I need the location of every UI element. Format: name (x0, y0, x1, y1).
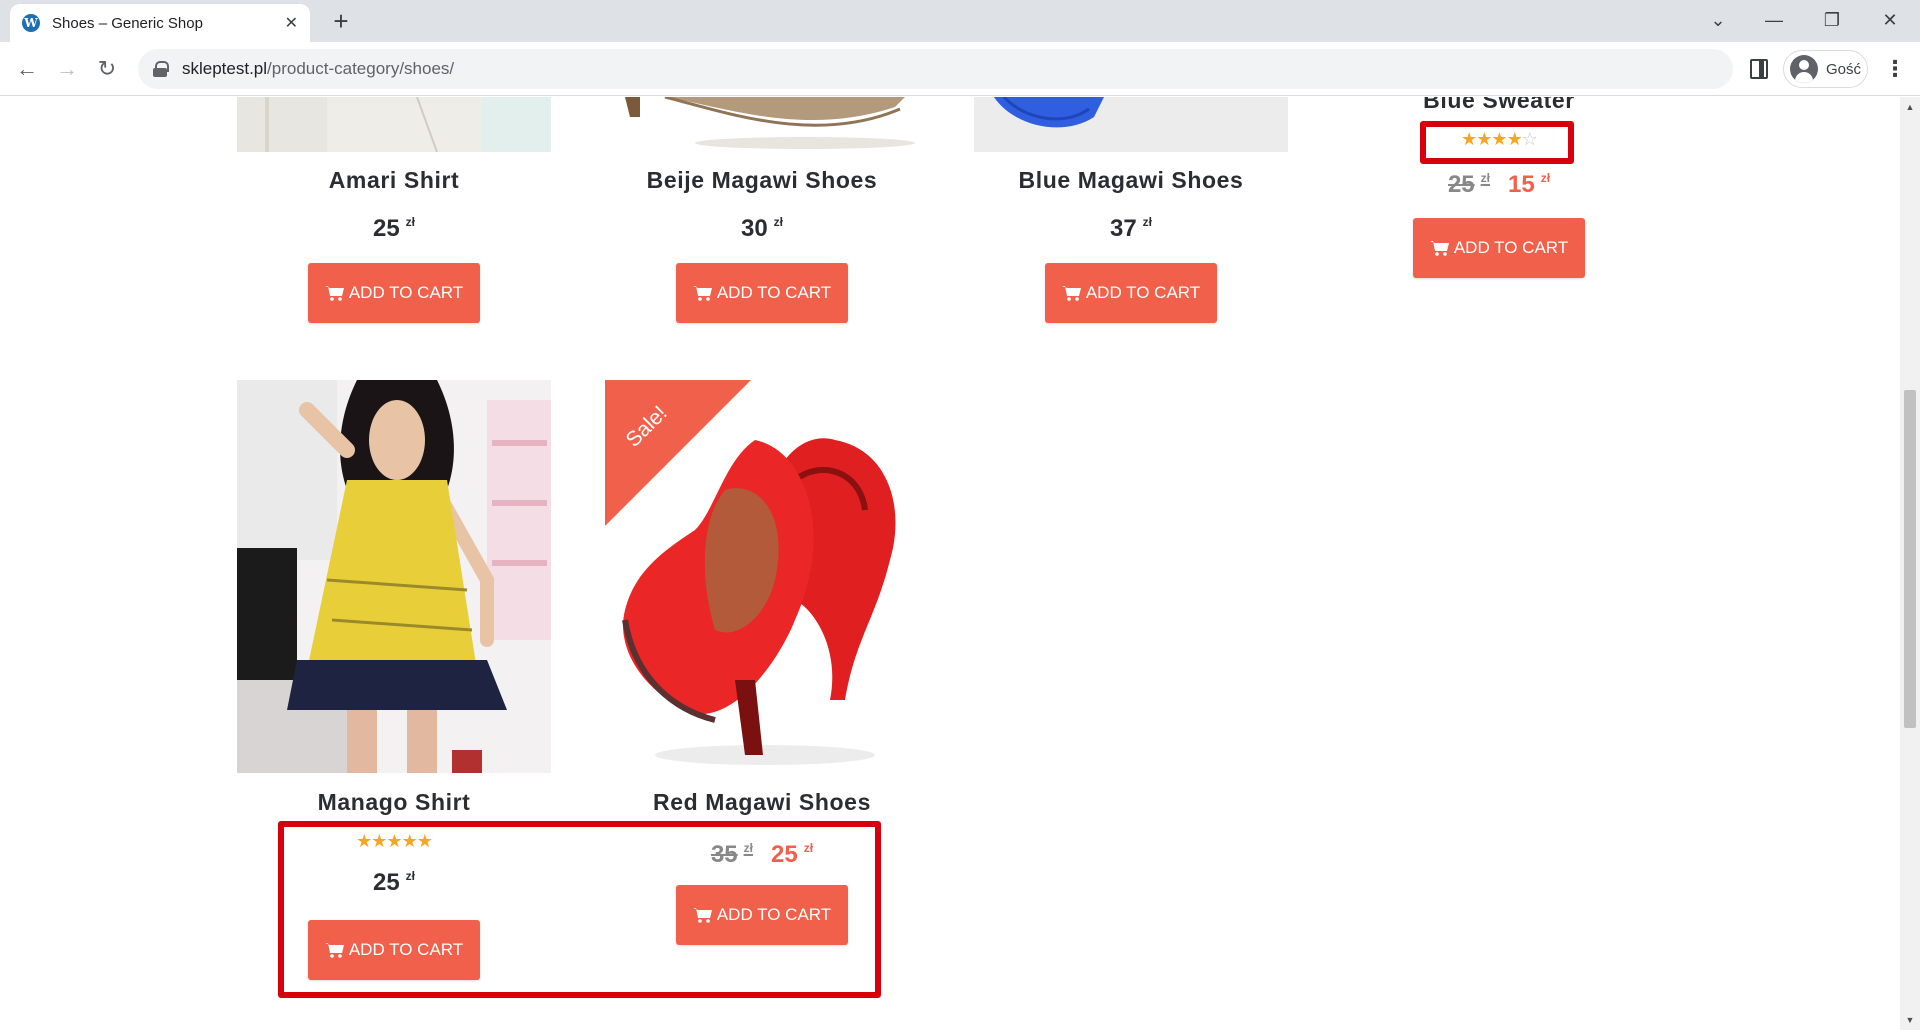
address-bar[interactable]: skleptest.pl/product-category/shoes/ (138, 49, 1733, 89)
close-window-button[interactable]: ✕ (1862, 0, 1918, 40)
add-to-cart-button[interactable]: ADD TO CART (676, 263, 848, 323)
new-tab-button[interactable]: + (326, 6, 356, 36)
cart-icon (1429, 241, 1449, 256)
product-title[interactable]: Amari Shirt (224, 167, 564, 194)
currency: zł (773, 215, 784, 229)
url-path: /product-category/shoes/ (267, 59, 455, 78)
button-label: ADD TO CART (1085, 283, 1201, 302)
beige-shoe-image (605, 97, 919, 152)
price-value: 37 (1109, 215, 1137, 242)
product-image[interactable]: Sale! (605, 380, 919, 773)
product-price: 30 zł (604, 215, 920, 243)
product-title[interactable]: Red Magawi Shoes (592, 789, 932, 816)
profile-button[interactable]: Gość (1783, 50, 1868, 88)
product-price: 25 zł (236, 215, 552, 243)
currency: zł (1142, 215, 1153, 229)
highlight-annotation-products (278, 821, 881, 998)
tab-search-icon[interactable]: ⌄ (1690, 0, 1746, 40)
product-image[interactable] (974, 97, 1288, 152)
browser-tab[interactable]: W Shoes – Generic Shop ✕ (10, 4, 310, 42)
new-price-value: 15 (1508, 171, 1535, 198)
url-text: skleptest.pl/product-category/shoes/ (182, 59, 454, 79)
product-image[interactable] (237, 97, 551, 152)
new-price: 15 zł (1508, 171, 1550, 198)
product-title[interactable]: Blue Sweater (1329, 97, 1669, 114)
product-image[interactable] (237, 380, 551, 773)
product-title[interactable]: Manago Shirt (224, 789, 564, 816)
scroll-up-arrow-icon[interactable]: ▲ (1900, 99, 1920, 115)
back-arrow-icon[interactable]: ← (12, 54, 42, 84)
add-to-cart-button[interactable]: ADD TO CART (1413, 218, 1585, 278)
old-price: 25 zł (1448, 171, 1490, 198)
browser-toolbar: ← → ↻ skleptest.pl/product-category/shoe… (0, 42, 1920, 96)
lock-icon[interactable] (152, 61, 169, 77)
price-value: 25 (372, 215, 400, 242)
product-price: 37 zł (973, 215, 1289, 243)
product-title[interactable]: Beije Magawi Shoes (592, 167, 932, 194)
forward-arrow-icon[interactable]: → (52, 54, 82, 84)
profile-name: Gość (1826, 60, 1862, 78)
highlight-annotation-rating (1420, 121, 1574, 164)
add-to-cart-button[interactable]: ADD TO CART (308, 263, 480, 323)
scroll-down-arrow-icon[interactable]: ▼ (1900, 1012, 1920, 1028)
currency: zł (1480, 171, 1490, 185)
side-panel-icon[interactable] (1750, 59, 1768, 79)
button-label: ADD TO CART (1453, 238, 1569, 257)
reload-icon[interactable]: ↻ (92, 54, 122, 84)
product-image[interactable] (605, 97, 919, 152)
wordpress-favicon-icon: W (22, 14, 40, 32)
tab-strip: W Shoes – Generic Shop ✕ + ⌄ — ❐ ✕ (0, 0, 1920, 42)
minimize-button[interactable]: — (1746, 0, 1802, 40)
scroll-thumb[interactable] (1904, 390, 1916, 728)
cart-icon (692, 286, 712, 301)
price-value: 30 (740, 215, 768, 242)
yellow-shirt-image (237, 380, 551, 773)
product-price-sale: 25 zł 15 zł (1341, 171, 1657, 199)
tab-close-icon[interactable]: ✕ (285, 13, 298, 33)
currency: zł (1540, 171, 1551, 185)
avatar-icon (1790, 55, 1818, 83)
tab-title: Shoes – Generic Shop (52, 14, 203, 32)
vertical-scrollbar[interactable]: ▲ ▼ (1900, 97, 1920, 1030)
page-viewport: Amari Shirt 25 zł ADD TO CART Beije Magaw… (0, 97, 1900, 1030)
restore-button[interactable]: ❐ (1804, 0, 1860, 40)
url-domain: skleptest.pl (182, 59, 268, 78)
currency: zł (405, 215, 416, 229)
cart-icon (324, 286, 344, 301)
kebab-menu-icon[interactable]: ⋮ (1880, 54, 1910, 84)
sale-ribbon (605, 380, 751, 526)
product-title[interactable]: Blue Magawi Shoes (961, 167, 1301, 194)
add-to-cart-button[interactable]: ADD TO CART (1045, 263, 1217, 323)
shirt-image (237, 97, 551, 152)
button-label: ADD TO CART (716, 283, 832, 302)
old-price-value: 25 (1447, 171, 1475, 198)
blue-shoe-image (974, 97, 1288, 152)
cart-icon (1061, 286, 1081, 301)
button-label: ADD TO CART (348, 283, 464, 302)
